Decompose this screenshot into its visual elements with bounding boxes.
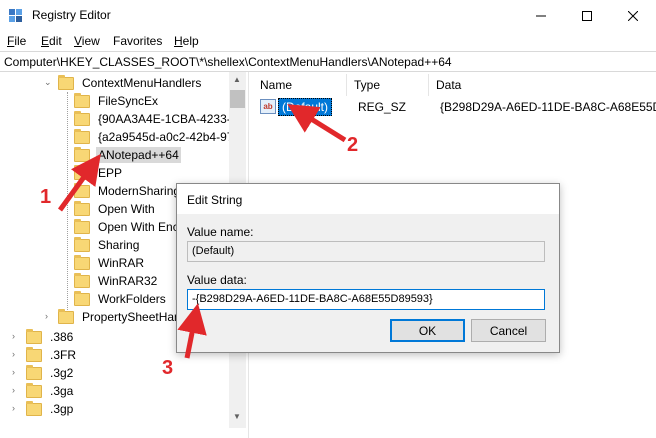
maximize-icon [582,10,592,21]
tree-guide [67,92,68,310]
menu-help[interactable]: Help [174,34,199,48]
tree-item-winrar[interactable]: WinRAR [74,254,146,272]
folder-icon [58,74,74,90]
address-bar[interactable]: Computer\HKEY_CLASSES_ROOT\*\shellex\Con… [0,51,656,72]
title-bar: Registry Editor [0,0,656,31]
value-name-label: Value name: [187,225,254,239]
minimize-button[interactable] [518,0,564,31]
tree-item-epp[interactable]: EPP [74,164,124,182]
folder-icon [74,92,90,108]
edit-string-dialog: Edit String Value name: (Default) Value … [176,183,560,353]
tree-item-3fr[interactable]: .3FR [26,346,78,364]
tree-item-filesyncex[interactable]: FileSyncEx [74,92,160,110]
close-button[interactable] [610,0,656,31]
folder-icon [74,110,90,126]
scroll-thumb[interactable] [230,90,245,108]
column-name[interactable]: Name [260,78,292,92]
folder-icon [26,346,42,362]
minimize-icon [536,15,546,16]
tree-item-open-with[interactable]: Open With [74,200,157,218]
menu-bar: File Edit View Favorites Help [0,31,656,51]
tree-item-contextmenuhandlers[interactable]: ContextMenuHandlers [58,74,203,92]
menu-view[interactable]: View [74,34,100,48]
menu-favorites[interactable]: Favorites [113,34,162,48]
chevron-right-icon[interactable]: › [45,311,48,321]
dialog-title: Edit String [187,193,243,207]
chevron-down-icon[interactable]: ⌄ [44,77,52,88]
folder-icon [74,218,90,234]
registry-editor-icon [9,9,22,22]
tree-item-3g2[interactable]: .3g2 [26,364,75,382]
value-name: (Default) [278,98,333,116]
chevron-right-icon[interactable]: › [12,403,15,413]
dialog-title-bar: Edit String [177,184,559,214]
chevron-right-icon[interactable]: › [12,349,15,359]
menu-file[interactable]: File [7,34,26,48]
folder-icon [74,164,90,180]
folder-icon [74,182,90,198]
chevron-right-icon[interactable]: › [12,367,15,377]
address-path: Computer\HKEY_CLASSES_ROOT\*\shellex\Con… [4,55,452,69]
value-data-label: Value data: [187,273,247,287]
chevron-right-icon[interactable]: › [12,385,15,395]
tree-item-open-with-encr[interactable]: Open With Encr [74,218,185,236]
folder-icon [74,200,90,216]
scroll-down-icon[interactable]: ▼ [233,412,241,421]
ok-button[interactable]: OK [390,319,465,342]
folder-icon [58,308,74,324]
folder-icon [74,236,90,252]
folder-icon [26,328,42,344]
tree-item-3gp[interactable]: .3gp [26,400,75,418]
value-type: REG_SZ [358,100,407,114]
folder-icon [74,146,90,162]
close-icon [628,10,638,21]
tree-item-modernsharing[interactable]: ModernSharing [74,182,182,200]
value-name-field: (Default) [187,241,545,262]
callout-3: 3 [162,357,174,379]
tree-item-90aa3a4e[interactable]: {90AA3A4E-1CBA-4233-B8 [74,110,244,128]
maximize-button[interactable] [564,0,610,31]
scroll-up-icon[interactable]: ▲ [233,75,241,84]
tree-item-workfolders[interactable]: WorkFolders [74,290,168,308]
tree-item-sharing[interactable]: Sharing [74,236,141,254]
tree-item-386[interactable]: .386 [26,328,75,346]
chevron-right-icon[interactable]: › [12,331,15,341]
column-separator[interactable] [346,74,347,96]
tree-item-propertysheethandlers[interactable]: PropertySheetHand [58,308,189,326]
window-title: Registry Editor [32,8,111,22]
folder-icon [26,382,42,398]
folder-icon [26,400,42,416]
tree-item-3ga[interactable]: .3ga [26,382,75,400]
column-type[interactable]: Type [354,78,380,92]
callout-1: 1 [40,186,52,208]
value-data: {B298D29A-A6ED-11DE-BA8C-A68E55D89 [440,100,656,114]
folder-icon [74,254,90,270]
folder-icon [26,364,42,380]
tree-item-winrar32[interactable]: WinRAR32 [74,272,159,290]
cancel-button[interactable]: Cancel [471,319,546,342]
folder-icon [74,128,90,144]
string-value-icon: ab [260,99,276,114]
tree-item-a2a9545d[interactable]: {a2a9545d-a0c2-42b4-970 [74,128,242,146]
value-row-default[interactable]: ab (Default) REG_SZ {B298D29A-A6ED-11DE-… [256,98,656,116]
folder-icon [74,290,90,306]
column-separator[interactable] [428,74,429,96]
menu-edit[interactable]: Edit [41,34,62,48]
column-data[interactable]: Data [436,78,461,92]
tree-item-anotepad64[interactable]: ANotepad++64 [74,146,181,164]
callout-2: 2 [347,134,359,156]
folder-icon [74,272,90,288]
value-data-input[interactable]: -{B298D29A-A6ED-11DE-BA8C-A68E55D89593} [187,289,545,310]
